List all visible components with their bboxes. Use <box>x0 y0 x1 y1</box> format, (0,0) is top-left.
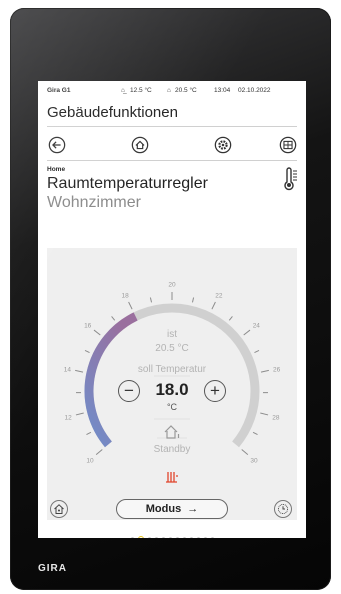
page-indicator[interactable] <box>38 530 306 538</box>
thermometer-icon <box>284 167 297 191</box>
dial-tick <box>252 431 258 436</box>
mode-status: Standby <box>153 444 191 455</box>
mode-button[interactable]: Modus → <box>116 499 228 519</box>
page-dot[interactable] <box>203 537 207 538</box>
dial-scale-label: 28 <box>272 414 280 421</box>
dial-tick <box>149 297 153 303</box>
indoor-temp-icon: ⌂ <box>167 87 171 94</box>
page-dot[interactable] <box>168 537 172 538</box>
home-button[interactable] <box>130 135 150 155</box>
back-arrow-icon <box>48 136 66 154</box>
dial-tick <box>111 316 116 321</box>
nav-bar <box>38 133 306 159</box>
timer-button[interactable] <box>274 500 292 518</box>
page-dot[interactable] <box>210 537 214 538</box>
home-settings-button[interactable] <box>50 500 68 518</box>
home-settings-icon <box>54 504 64 514</box>
dial-tick <box>128 301 133 310</box>
nav-divider <box>47 160 297 161</box>
dial-scale-label: 18 <box>121 292 129 299</box>
dial-scale-label: 10 <box>86 457 94 464</box>
indoor-temp: 20.5 °C <box>175 87 197 94</box>
page-dot[interactable] <box>154 537 158 538</box>
dial-tick <box>211 301 216 310</box>
dial-tick <box>86 431 92 436</box>
page-dot[interactable] <box>189 537 193 538</box>
dial-tick <box>75 412 84 416</box>
page-dot[interactable] <box>161 537 165 538</box>
room-name: Wohnzimmer <box>47 194 141 211</box>
mode-button-label: Modus <box>145 503 182 515</box>
setpoint-unit: °C <box>166 402 178 412</box>
device-name: Gira G1 <box>47 87 71 94</box>
page-dot[interactable] <box>147 537 151 538</box>
dial-scale-label: 12 <box>65 414 73 421</box>
increase-button[interactable]: + <box>204 380 226 402</box>
display-screen: Gira G1 ⌂̲ 12.5 °C ⌂ 20.5 °C 13:04 02.10… <box>38 81 306 538</box>
settings-button[interactable] <box>213 135 233 155</box>
page-dot-active[interactable] <box>137 535 144 538</box>
date: 02.10.2022 <box>238 87 271 94</box>
grid-icon <box>279 136 297 154</box>
dial-tick <box>191 297 195 303</box>
gear-icon <box>214 136 232 154</box>
page-title: Gebäudefunktionen <box>47 104 178 121</box>
function-title: Raumtemperaturregler <box>47 175 208 192</box>
page-dot[interactable] <box>182 537 186 538</box>
clock-time: 13:04 <box>214 87 231 94</box>
grid-button[interactable] <box>278 135 298 155</box>
page-dot[interactable] <box>196 537 200 538</box>
home-icon <box>131 136 149 154</box>
clock-icon <box>277 503 289 515</box>
arrow-right-icon: → <box>187 503 199 515</box>
outdoor-temp: 12.5 °C <box>130 87 152 94</box>
page-dot[interactable] <box>175 537 179 538</box>
brand-logo: GIRA <box>38 563 67 574</box>
breadcrumb: Home <box>47 166 66 173</box>
dial-scale-label: 30 <box>250 457 258 464</box>
back-button[interactable] <box>47 135 67 155</box>
heating-icon <box>166 472 178 483</box>
dial-tick <box>228 316 233 321</box>
title-divider <box>47 126 297 127</box>
dial-tick <box>260 412 269 416</box>
outdoor-temp-icon: ⌂̲ <box>121 87 125 94</box>
decrease-button[interactable]: − <box>118 380 140 402</box>
dial-scale-label: 20 <box>168 282 176 289</box>
setpoint-value: 18.0 <box>155 380 189 399</box>
setpoint-label: soll Temperatur <box>137 364 207 375</box>
current-temp-value: 20.5 °C <box>155 343 189 354</box>
current-temp-label: ist <box>167 329 177 340</box>
page-dot[interactable] <box>130 537 134 538</box>
device-frame: Gira G1 ⌂̲ 12.5 °C ⌂ 20.5 °C 13:04 02.10… <box>10 8 331 590</box>
home-standby-icon <box>164 425 180 439</box>
dial-scale-label: 22 <box>215 292 223 299</box>
thermostat-panel: 10 12 14 16 18 20 22 24 26 28 30 ist 20.5 °C soll … <box>47 248 297 520</box>
status-bar: Gira G1 ⌂̲ 12.5 °C ⌂ 20.5 °C 13:04 02.10… <box>38 81 306 99</box>
